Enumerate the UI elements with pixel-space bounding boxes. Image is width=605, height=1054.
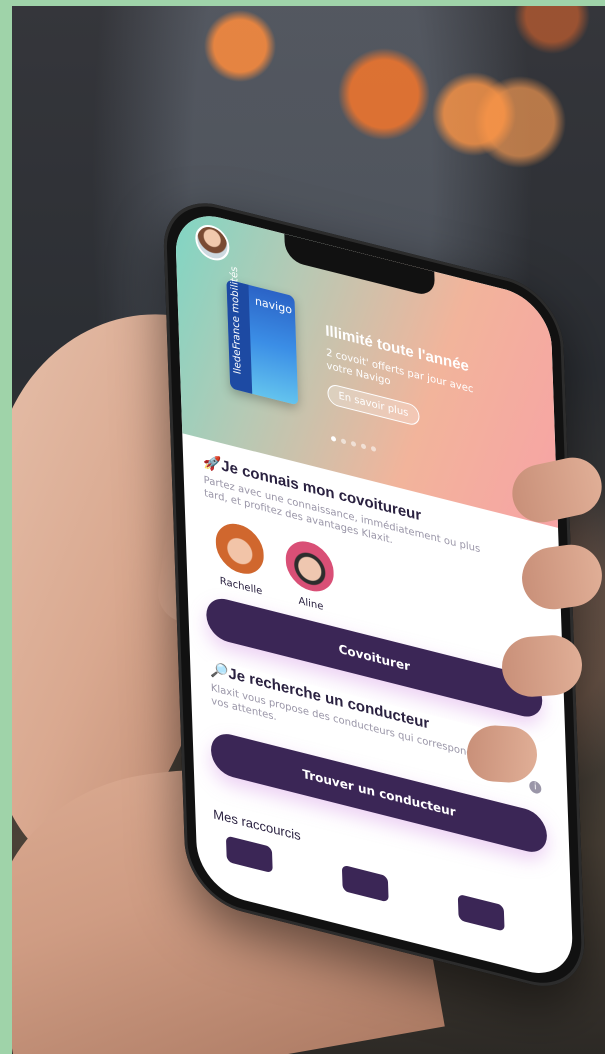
friend-name: Aline	[298, 595, 324, 613]
smartphone: navigo IledeFrance mobilités Illimité to…	[162, 191, 587, 999]
info-icon[interactable]: i	[529, 779, 542, 795]
friend-aline[interactable]: Aline	[282, 533, 337, 617]
navigo-card-image: navigo IledeFrance mobilités	[226, 265, 299, 406]
carousel-dots[interactable]	[330, 435, 377, 453]
carousel-dot[interactable]	[370, 445, 377, 453]
shortcuts-row	[225, 835, 505, 932]
clock-route-icon[interactable]	[341, 864, 389, 903]
avatar	[282, 533, 337, 600]
carousel-dot[interactable]	[350, 440, 357, 448]
rocket-icon: 🚀	[202, 452, 223, 475]
calendar-icon[interactable]	[457, 893, 505, 932]
profile-avatar[interactable]	[194, 221, 230, 265]
magnifier-icon: 🔎	[209, 660, 230, 683]
avatar	[212, 515, 267, 582]
friend-name: Rachelle	[219, 575, 263, 598]
carousel-dot[interactable]	[360, 443, 367, 450]
navigo-card-brand: navigo	[254, 294, 293, 317]
photo-background: navigo IledeFrance mobilités Illimité to…	[12, 6, 605, 1054]
phone-screen: navigo IledeFrance mobilités Illimité to…	[174, 206, 574, 984]
carousel-dot[interactable]	[330, 435, 337, 442]
carousel-dot[interactable]	[340, 438, 347, 445]
chat-icon[interactable]	[225, 835, 273, 874]
friend-rachelle[interactable]: Rachelle	[212, 515, 267, 599]
